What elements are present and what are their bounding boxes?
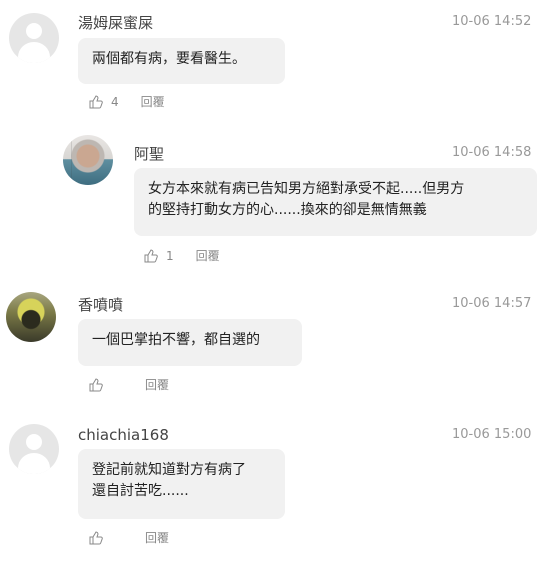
reply-button[interactable]: 回覆 [196, 247, 220, 264]
comment-text-line: 女方本來就有病已告知男方絕對承受不起.....但男方 [148, 181, 465, 197]
comment-bubble: 女方本來就有病已告知男方絕對承受不起.....但男方 的堅持打動女方的心....… [134, 168, 537, 236]
comment-actions: 1 回覆 [144, 247, 220, 264]
like-button[interactable] [89, 377, 111, 392]
comment-timestamp: 10-06 14:52 [452, 14, 532, 29]
reply-button[interactable]: 回覆 [145, 529, 169, 546]
comment-timestamp: 10-06 14:58 [452, 145, 532, 160]
user-avatar[interactable] [63, 135, 113, 185]
default-avatar-icon[interactable] [9, 13, 59, 63]
comment-item: 香噴噴 10-06 14:57 一個巴掌拍不響，都自選的 回覆 [0, 282, 550, 412]
comment-actions: 回覆 [89, 529, 169, 546]
like-button[interactable]: 4 [89, 95, 119, 109]
comment-actions: 4 回覆 [89, 93, 165, 110]
thumbs-up-icon [89, 377, 103, 391]
comment-username[interactable]: 湯姆屎蜜屎 [78, 12, 153, 33]
comment-bubble: 登記前就知道對方有病了 還自討苦吃...... [78, 449, 285, 519]
comment-username[interactable]: chiachia168 [78, 426, 169, 444]
like-count: 4 [111, 94, 119, 109]
comment-text-line: 還自討苦吃...... [92, 483, 189, 499]
comment-item: 阿聖 10-06 14:58 女方本來就有病已告知男方絕對承受不起.....但男… [0, 120, 550, 270]
comment-actions: 回覆 [89, 376, 169, 393]
reply-button[interactable]: 回覆 [145, 376, 169, 393]
default-avatar-icon[interactable] [9, 424, 59, 474]
comment-text: 一個巴掌拍不響，都自選的 [92, 332, 260, 348]
comment-timestamp: 10-06 14:57 [452, 296, 532, 311]
comment-text-line: 的堅持打動女方的心......換來的卻是無情無義 [148, 202, 427, 218]
comment-text-line: 登記前就知道對方有病了 [92, 462, 246, 478]
comment-text: 兩個都有病，要看醫生。 [92, 51, 246, 67]
like-button[interactable]: 1 [144, 249, 174, 263]
comment-bubble: 一個巴掌拍不響，都自選的 [78, 319, 302, 366]
comment-item: chiachia168 10-06 15:00 登記前就知道對方有病了 還自討苦… [0, 412, 550, 564]
comment-timestamp: 10-06 15:00 [452, 427, 532, 442]
comment-item: 湯姆屎蜜屎 10-06 14:52 兩個都有病，要看醫生。 4 回覆 [0, 0, 550, 120]
like-button[interactable] [89, 530, 111, 545]
comment-username[interactable]: 阿聖 [134, 143, 164, 164]
reply-button[interactable]: 回覆 [141, 93, 165, 110]
thumbs-up-icon [89, 94, 103, 108]
comment-username[interactable]: 香噴噴 [78, 294, 123, 315]
thumbs-up-icon [144, 248, 158, 262]
user-avatar[interactable] [6, 292, 56, 342]
thumbs-up-icon [89, 530, 103, 544]
like-count: 1 [166, 248, 174, 263]
comment-bubble: 兩個都有病，要看醫生。 [78, 38, 285, 84]
